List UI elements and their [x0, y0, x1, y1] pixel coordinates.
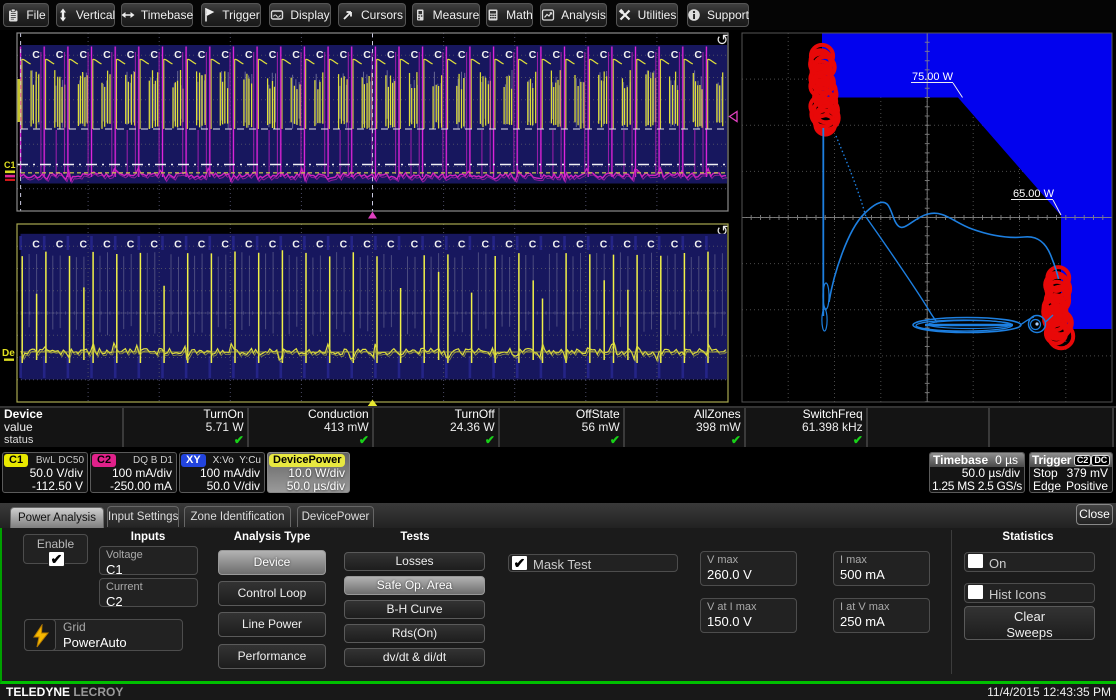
- svg-text:C: C: [245, 49, 253, 61]
- svg-text:C: C: [316, 49, 324, 61]
- svg-text:C: C: [411, 49, 419, 61]
- svg-text:C: C: [387, 239, 395, 251]
- svg-text:C: C: [174, 239, 182, 251]
- svg-text:C: C: [458, 239, 466, 251]
- svg-text:C: C: [694, 49, 702, 61]
- svg-text:C: C: [623, 49, 631, 61]
- svg-text:C: C: [103, 49, 111, 61]
- svg-text:C: C: [80, 49, 88, 61]
- svg-text:C: C: [127, 239, 135, 251]
- svg-text:C: C: [600, 239, 608, 251]
- svg-text:C: C: [80, 239, 88, 251]
- svg-text:C: C: [56, 49, 64, 61]
- svg-text:C: C: [553, 49, 561, 61]
- svg-text:75.00 W: 75.00 W: [912, 71, 954, 83]
- svg-text:↺: ↺: [716, 32, 729, 49]
- svg-text:C: C: [647, 49, 655, 61]
- svg-text:C: C: [292, 239, 300, 251]
- svg-text:C: C: [600, 49, 608, 61]
- svg-text:C: C: [505, 49, 513, 61]
- svg-text:C: C: [482, 239, 490, 251]
- svg-text:C: C: [529, 239, 537, 251]
- svg-text:C1: C1: [4, 160, 16, 170]
- svg-text:C: C: [103, 239, 111, 251]
- svg-text:C: C: [411, 239, 419, 251]
- svg-text:C: C: [434, 239, 442, 251]
- svg-text:C: C: [623, 239, 631, 251]
- svg-text:C: C: [32, 49, 40, 61]
- svg-text:C: C: [482, 49, 490, 61]
- svg-text:C: C: [340, 239, 348, 251]
- svg-text:C: C: [576, 239, 584, 251]
- svg-text:C: C: [269, 49, 277, 61]
- svg-text:C: C: [269, 239, 277, 251]
- svg-text:C: C: [56, 239, 64, 251]
- svg-text:De: De: [2, 348, 15, 359]
- svg-text:C: C: [694, 239, 702, 251]
- svg-text:65.00 W: 65.00 W: [1013, 188, 1055, 200]
- svg-text:C: C: [363, 239, 371, 251]
- svg-text:C: C: [198, 49, 206, 61]
- svg-text:C: C: [32, 239, 40, 251]
- svg-text:C: C: [292, 49, 300, 61]
- svg-text:C: C: [647, 239, 655, 251]
- svg-text:C: C: [434, 49, 442, 61]
- svg-text:C: C: [363, 49, 371, 61]
- svg-text:C: C: [387, 49, 395, 61]
- svg-text:C: C: [221, 49, 229, 61]
- svg-text:C: C: [127, 49, 135, 61]
- svg-text:C: C: [553, 239, 561, 251]
- svg-text:C: C: [671, 239, 679, 251]
- svg-text:C: C: [150, 239, 158, 251]
- svg-text:C: C: [529, 49, 537, 61]
- svg-text:C: C: [576, 49, 584, 61]
- svg-text:C: C: [198, 239, 206, 251]
- svg-text:C: C: [671, 49, 679, 61]
- svg-text:C: C: [458, 49, 466, 61]
- svg-text:C: C: [150, 49, 158, 61]
- svg-text:C: C: [245, 239, 253, 251]
- svg-text:C: C: [340, 49, 348, 61]
- svg-text:C: C: [316, 239, 324, 251]
- svg-text:C: C: [505, 239, 513, 251]
- svg-text:C: C: [174, 49, 182, 61]
- svg-text:C: C: [221, 239, 229, 251]
